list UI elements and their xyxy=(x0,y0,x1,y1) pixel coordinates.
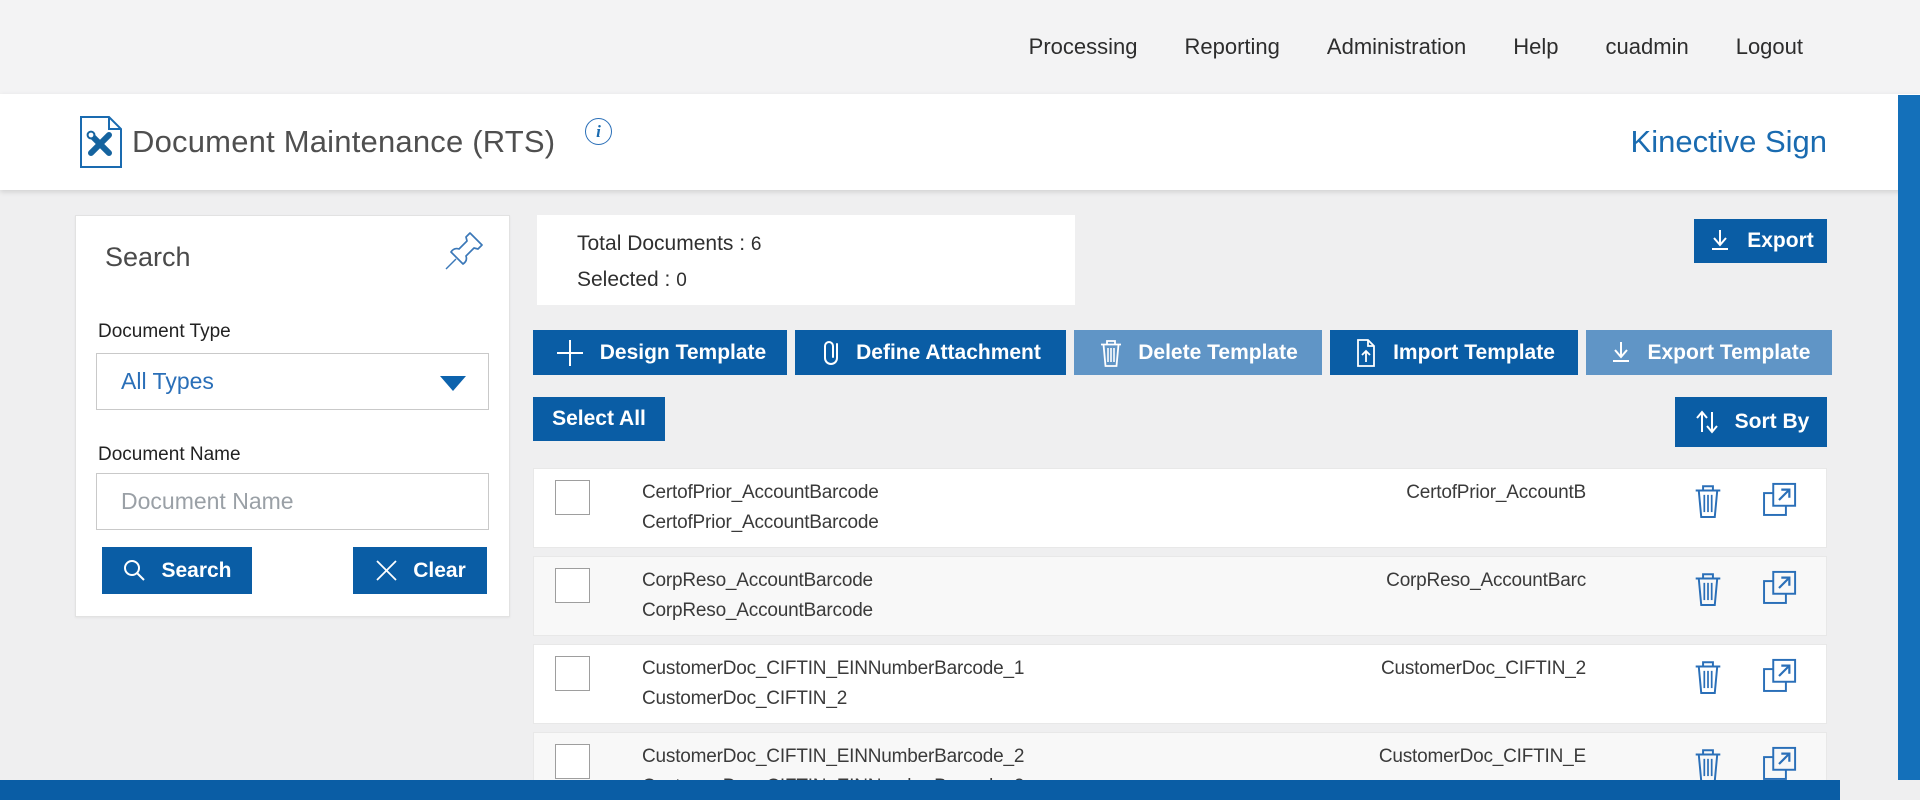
search-button[interactable]: Search xyxy=(102,547,252,594)
clear-button-label: Clear xyxy=(413,559,466,583)
document-short-name: CertofPrior_AccountB xyxy=(1406,482,1586,504)
trash-icon[interactable] xyxy=(1692,745,1724,785)
import-template-label: Import Template xyxy=(1393,341,1555,365)
import-template-button[interactable]: Import Template xyxy=(1330,330,1578,375)
sort-icon xyxy=(1693,408,1721,436)
total-documents-label: Total Documents : xyxy=(577,232,745,255)
download-icon xyxy=(1608,340,1634,366)
document-tools-icon xyxy=(78,116,124,168)
top-nav: Processing Reporting Administration Help… xyxy=(1029,0,1803,94)
document-type-label: Document Type xyxy=(98,321,231,343)
trash-icon[interactable] xyxy=(1692,657,1724,697)
search-panel: Search Document Type All Types Document … xyxy=(75,215,510,617)
download-icon xyxy=(1707,228,1733,254)
delete-template-button[interactable]: Delete Template xyxy=(1074,330,1322,375)
footer-bar xyxy=(0,780,1840,800)
open-external-icon[interactable] xyxy=(1756,653,1802,699)
nav-item-administration[interactable]: Administration xyxy=(1327,34,1466,60)
export-button[interactable]: Export xyxy=(1694,219,1827,263)
paperclip-icon xyxy=(820,338,842,368)
document-name: CorpReso_AccountBarcode xyxy=(642,566,873,596)
delete-template-label: Delete Template xyxy=(1138,341,1298,365)
table-row: CertofPrior_AccountBarcode CertofPrior_A… xyxy=(533,468,1827,548)
table-row: CustomerDoc_CIFTIN_EINNumberBarcode_1 Cu… xyxy=(533,644,1827,724)
page-title: Document Maintenance (RTS) xyxy=(132,94,555,190)
nav-item-reporting[interactable]: Reporting xyxy=(1185,34,1280,60)
selected-value: 0 xyxy=(676,270,687,291)
template-toolbar: Design Template Define Attachment Delete… xyxy=(533,330,1832,375)
document-name: CertofPrior_AccountBarcode xyxy=(642,478,879,508)
row-checkbox[interactable] xyxy=(555,480,590,515)
row-checkbox[interactable] xyxy=(555,744,590,779)
nav-item-processing[interactable]: Processing xyxy=(1029,34,1138,60)
close-icon xyxy=(374,558,399,583)
trash-icon[interactable] xyxy=(1692,569,1724,609)
document-type-value: All Types xyxy=(121,368,214,395)
select-all-button[interactable]: Select All xyxy=(533,397,665,441)
pushpin-icon[interactable] xyxy=(441,228,487,274)
export-template-label: Export Template xyxy=(1648,341,1811,365)
nav-item-help[interactable]: Help xyxy=(1513,34,1558,60)
define-attachment-button[interactable]: Define Attachment xyxy=(795,330,1066,375)
nav-item-logout[interactable]: Logout xyxy=(1736,34,1803,60)
selected-label: Selected : xyxy=(577,268,670,291)
plus-icon xyxy=(554,337,586,369)
trash-icon[interactable] xyxy=(1692,481,1724,521)
document-short-name: CorpReso_AccountBarc xyxy=(1386,570,1586,592)
select-all-label: Select All xyxy=(552,407,646,431)
document-name-label: Document Name xyxy=(98,444,241,466)
design-template-label: Design Template xyxy=(600,341,766,365)
document-short-name: CustomerDoc_CIFTIN_2 xyxy=(1381,658,1586,680)
document-list: CertofPrior_AccountBarcode CertofPrior_A… xyxy=(533,468,1827,800)
design-template-button[interactable]: Design Template xyxy=(533,330,787,375)
summary-box: Total Documents : 6 Selected : 0 xyxy=(537,215,1075,305)
trash-icon xyxy=(1098,338,1124,368)
clear-button[interactable]: Clear xyxy=(353,547,487,594)
total-documents-value: 6 xyxy=(751,234,762,255)
top-nav-bar: Processing Reporting Administration Help… xyxy=(0,0,1920,94)
table-row: CorpReso_AccountBarcode CorpReso_Account… xyxy=(533,556,1827,636)
info-icon[interactable]: i xyxy=(585,118,612,145)
open-external-icon[interactable] xyxy=(1756,477,1802,523)
export-template-button[interactable]: Export Template xyxy=(1586,330,1832,375)
brand-kinective-sign[interactable]: Kinective Sign xyxy=(1631,94,1827,190)
define-attachment-label: Define Attachment xyxy=(856,341,1041,365)
sort-by-label: Sort By xyxy=(1735,410,1810,434)
page-header: Document Maintenance (RTS) i Kinective S… xyxy=(0,94,1920,190)
document-subname: CustomerDoc_CIFTIN_2 xyxy=(642,684,1024,714)
vertical-scrollbar[interactable] xyxy=(1898,95,1920,780)
document-type-select[interactable]: All Types xyxy=(96,353,489,410)
search-panel-title: Search xyxy=(105,242,191,273)
nav-item-user-cuadmin[interactable]: cuadmin xyxy=(1606,34,1689,60)
document-subname: CertofPrior_AccountBarcode xyxy=(642,508,879,538)
search-icon xyxy=(122,558,147,583)
row-checkbox[interactable] xyxy=(555,656,590,691)
open-external-icon[interactable] xyxy=(1756,565,1802,611)
document-subname: CorpReso_AccountBarcode xyxy=(642,596,873,626)
chevron-down-icon xyxy=(440,376,466,391)
import-icon xyxy=(1353,338,1379,368)
document-short-name: CustomerDoc_CIFTIN_E xyxy=(1379,746,1586,768)
export-button-label: Export xyxy=(1747,229,1814,253)
row-checkbox[interactable] xyxy=(555,568,590,603)
search-button-label: Search xyxy=(161,559,231,583)
document-name: CustomerDoc_CIFTIN_EINNumberBarcode_2 xyxy=(642,742,1024,772)
document-name: CustomerDoc_CIFTIN_EINNumberBarcode_1 xyxy=(642,654,1024,684)
sort-by-button[interactable]: Sort By xyxy=(1675,397,1827,447)
document-name-input[interactable] xyxy=(96,473,489,530)
